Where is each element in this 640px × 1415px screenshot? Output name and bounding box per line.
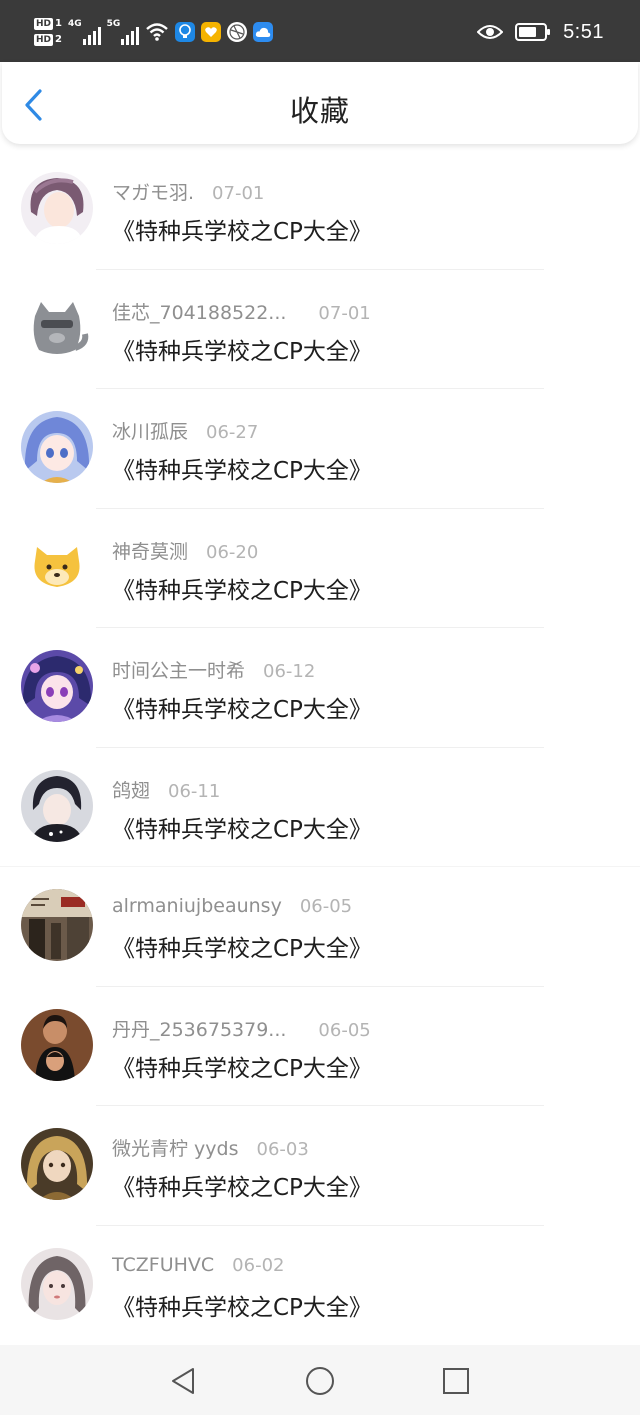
clock: 5:51	[563, 20, 604, 43]
item-title: 《特种兵学校之CP大全》	[112, 1294, 372, 1321]
list-item[interactable]: TCZFUHVC 06-02 《特种兵学校之CP大全》	[0, 1226, 640, 1346]
user-avatar[interactable]	[21, 291, 93, 364]
item-meta: 鸽翅 06-11	[112, 776, 220, 803]
app-header: 收藏	[2, 62, 638, 144]
list-item[interactable]: 鸽翅 06-11 《特种兵学校之CP大全》	[0, 748, 640, 867]
username: alrmaniujbeaunsy	[112, 895, 282, 917]
sim-indicators: HD 1 HD 2	[34, 18, 62, 46]
item-title: 《特种兵学校之CP大全》	[112, 816, 372, 843]
user-avatar[interactable]	[21, 650, 93, 722]
date: 07-01	[212, 183, 265, 204]
item-title: 《特种兵学校之CP大全》	[112, 219, 372, 245]
item-title: 《特种兵学校之CP大全》	[112, 458, 372, 484]
item-meta: 佳芯_704188522... 07-01	[112, 298, 371, 325]
triangle-back-icon	[172, 1368, 194, 1394]
date: 06-03	[256, 1139, 309, 1160]
status-bar: HD 1 HD 2 4G 5G 5:51	[0, 0, 640, 62]
circle-home-icon	[306, 1367, 334, 1395]
item-meta: alrmaniujbeaunsy 06-05	[112, 895, 352, 917]
username: 丹丹_253675379...	[112, 1018, 287, 1041]
item-title: 《特种兵学校之CP大全》	[112, 1055, 372, 1082]
user-avatar[interactable]	[21, 530, 93, 603]
item-title: 《特种兵学校之CP大全》	[112, 577, 372, 604]
user-avatar[interactable]	[21, 1128, 93, 1200]
item-meta: 时间公主一时希 06-12	[112, 656, 315, 683]
list-item[interactable]: マガモ羽. 07-01 《特种兵学校之CP大全》	[0, 150, 640, 270]
square-recents-icon	[443, 1368, 469, 1394]
user-avatar[interactable]	[21, 769, 93, 842]
system-nav-bar	[0, 1345, 640, 1415]
username: 时间公主一时希	[112, 660, 246, 682]
heart-app-icon	[201, 22, 222, 42]
item-meta: 神奇莫测 06-20	[112, 537, 258, 564]
username: 鸽翅	[112, 779, 151, 802]
user-avatar[interactable]	[21, 889, 93, 961]
username: マガモ羽.	[112, 182, 195, 204]
date: 06-05	[318, 1019, 371, 1041]
sim2-badge: HD 2	[34, 34, 62, 46]
item-title: 《特种兵学校之CP大全》	[112, 1175, 372, 1201]
user-avatar[interactable]	[21, 172, 93, 244]
battery-icon	[515, 23, 551, 41]
item-meta: TCZFUHVC 06-02	[112, 1254, 284, 1276]
item-title: 《特种兵学校之CP大全》	[112, 697, 372, 723]
item-title: 《特种兵学校之CP大全》	[112, 936, 372, 962]
user-avatar[interactable]	[21, 1247, 93, 1320]
sim1-badge: HD 1	[34, 18, 62, 30]
network-type-1: 4G	[67, 19, 82, 29]
eye-icon	[477, 25, 504, 39]
item-title: 《特种兵学校之CP大全》	[112, 338, 372, 365]
nav-back-button[interactable]	[167, 1365, 199, 1397]
list-item[interactable]: 神奇莫测 06-20 《特种兵学校之CP大全》	[0, 509, 640, 628]
item-meta: 冰川孤辰 06-27	[112, 417, 258, 444]
item-meta: マガモ羽. 07-01	[112, 178, 264, 205]
network-type-2: 5G	[106, 19, 121, 29]
date: 06-11	[168, 780, 221, 802]
username: 冰川孤辰	[112, 421, 189, 443]
list-item[interactable]: 时间公主一时希 06-12 《特种兵学校之CP大全》	[0, 628, 640, 748]
username: 神奇莫测	[112, 540, 189, 563]
date: 06-12	[263, 661, 316, 682]
nav-recents-button[interactable]	[440, 1365, 472, 1397]
signal-sim1-icon: 4G	[68, 19, 101, 45]
list-item[interactable]: 佳芯_704188522... 07-01 《特种兵学校之CP大全》	[0, 270, 640, 389]
ball-app-icon	[227, 22, 248, 42]
user-avatar[interactable]	[21, 411, 93, 483]
user-avatar[interactable]	[21, 1008, 93, 1081]
page-title: 收藏	[289, 94, 350, 128]
date: 06-05	[299, 896, 353, 917]
date: 06-02	[232, 1254, 285, 1276]
wifi-icon	[146, 23, 169, 41]
item-meta: 丹丹_253675379... 06-05	[112, 1015, 371, 1042]
list-item[interactable]: 丹丹_253675379... 06-05 《特种兵学校之CP大全》	[0, 987, 640, 1106]
favorites-list: マガモ羽. 07-01 《特种兵学校之CP大全》 佳芯_704188522...…	[0, 150, 640, 1345]
date: 06-27	[206, 422, 259, 443]
signal-sim2-icon: 5G	[107, 19, 140, 45]
username: 微光青柠 yyds	[112, 1138, 239, 1160]
username: TCZFUHVC	[112, 1253, 215, 1276]
list-item[interactable]: alrmaniujbeaunsy 06-05 《特种兵学校之CP大全》	[0, 867, 640, 987]
nav-home-button[interactable]	[304, 1365, 336, 1397]
cloud-app-icon	[253, 22, 274, 42]
list-item[interactable]: 微光青柠 yyds 06-03 《特种兵学校之CP大全》	[0, 1106, 640, 1226]
status-left: HD 1 HD 2 4G 5G	[34, 12, 274, 52]
list-item[interactable]: 冰川孤辰 06-27 《特种兵学校之CP大全》	[0, 389, 640, 509]
date: 07-01	[318, 302, 371, 324]
date: 06-20	[206, 541, 259, 563]
bulb-app-icon	[175, 22, 196, 42]
item-meta: 微光青柠 yyds 06-03	[112, 1134, 309, 1161]
username: 佳芯_704188522...	[112, 301, 287, 324]
status-right: 5:51	[477, 18, 604, 46]
